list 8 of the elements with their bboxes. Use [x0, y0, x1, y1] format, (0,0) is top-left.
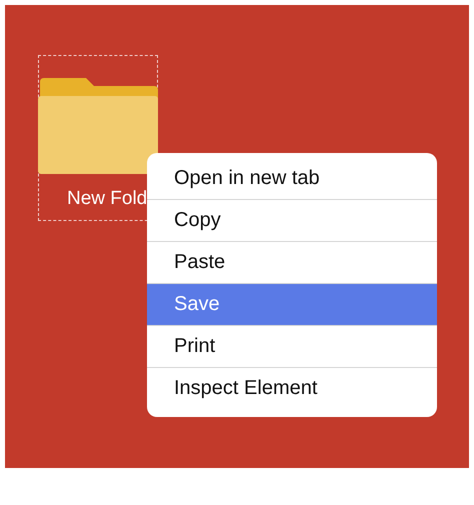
folder-icon: [38, 78, 158, 174]
menu-item[interactable]: Inspect Element: [147, 368, 437, 409]
menu-item[interactable]: Copy: [147, 200, 437, 242]
menu-item[interactable]: Save: [147, 284, 437, 326]
folder-item[interactable]: New Fold: [38, 55, 158, 221]
menu-item[interactable]: Print: [147, 326, 437, 368]
folder-label: New Fold: [67, 188, 148, 210]
menu-item[interactable]: Open in new tab: [147, 158, 437, 200]
